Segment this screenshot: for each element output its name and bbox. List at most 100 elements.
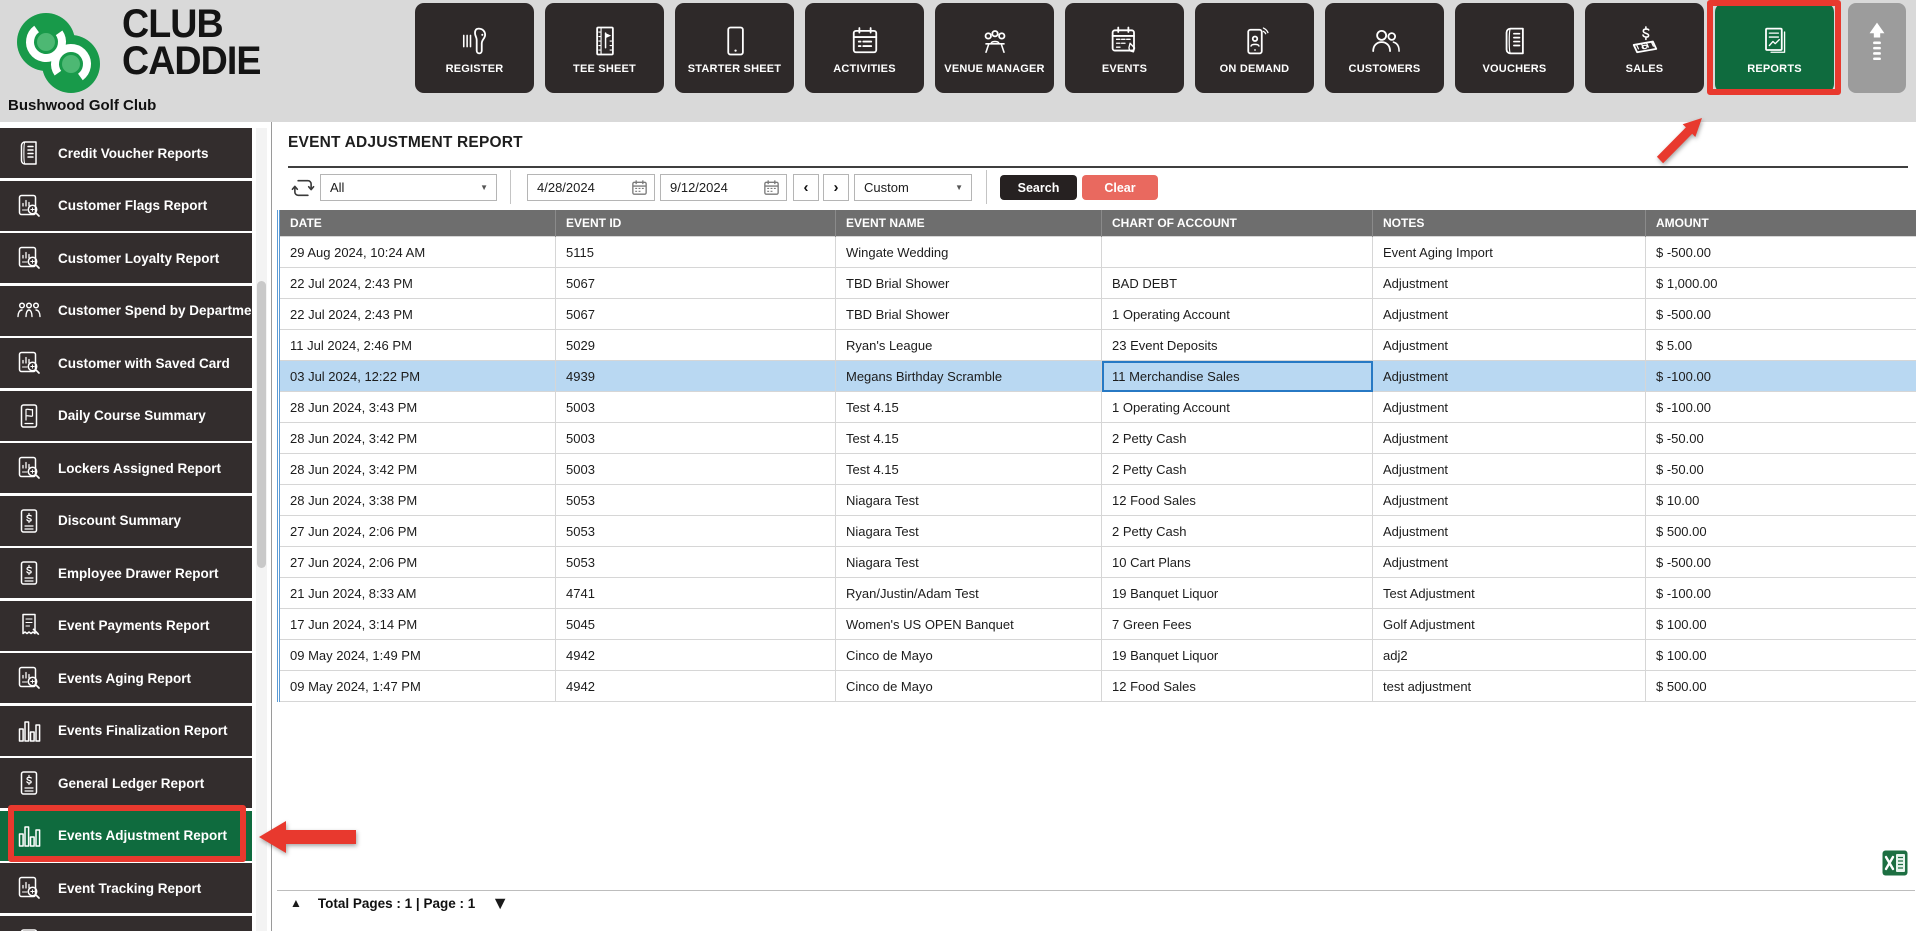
sidebar-item-daily-course-summary[interactable]: Daily Course Summary: [0, 390, 252, 441]
nav-button-activities[interactable]: ACTIVITIES: [805, 3, 924, 93]
sidebar-item-general-ledger-report[interactable]: General Ledger Report: [0, 758, 252, 808]
sidebar-item-events-finalization-report[interactable]: Events Finalization Report: [0, 705, 252, 756]
cell-event-id[interactable]: 5003: [555, 453, 836, 485]
cell-event-id[interactable]: 5053: [555, 546, 836, 578]
cell-amount[interactable]: $ 10.00: [1645, 484, 1916, 516]
cell-amount[interactable]: $ -50.00: [1645, 453, 1916, 485]
table-row[interactable]: 28 Jun 2024, 3:38 PM 5053 Niagara Test 12 F…: [278, 484, 1916, 516]
cell-date[interactable]: 27 Jun 2024, 2:06 PM: [278, 546, 556, 578]
cell-amount[interactable]: $ -100.00: [1645, 360, 1916, 392]
cell-event-id[interactable]: 5067: [555, 298, 836, 330]
date-to-input[interactable]: 9/12/2024: [660, 174, 787, 201]
clear-button[interactable]: Clear: [1082, 175, 1158, 200]
nav-button-on-demand[interactable]: ON DEMAND: [1195, 3, 1314, 93]
cell-event-name[interactable]: Megans Birthday Scramble: [835, 360, 1102, 392]
cell-chart-of-account[interactable]: 19 Banquet Liquor: [1101, 639, 1373, 671]
cell-chart-of-account[interactable]: [1101, 236, 1373, 268]
cell-date[interactable]: 22 Jul 2024, 2:43 PM: [278, 298, 556, 330]
cell-amount[interactable]: $ -500.00: [1645, 236, 1916, 268]
nav-button-sales[interactable]: SALES: [1585, 3, 1704, 93]
sidebar-item-events-aging-report[interactable]: Events Aging Report: [0, 653, 252, 703]
cell-notes[interactable]: Adjustment: [1372, 298, 1646, 330]
cell-event-id[interactable]: 4939: [555, 360, 836, 392]
cell-event-name[interactable]: Niagara Test: [835, 484, 1102, 516]
cell-date[interactable]: 11 Jul 2024, 2:46 PM: [278, 329, 556, 361]
cell-event-name[interactable]: TBD Brial Shower: [835, 267, 1102, 299]
cell-event-id[interactable]: 5115: [555, 236, 836, 268]
cell-amount[interactable]: $ 100.00: [1645, 639, 1916, 671]
cell-date[interactable]: 28 Jun 2024, 3:42 PM: [278, 422, 556, 454]
cell-notes[interactable]: adj2: [1372, 639, 1646, 671]
sidebar-item-employee-drawer-report[interactable]: Employee Drawer Report: [0, 548, 252, 598]
sidebar-item-customer-with-saved-card[interactable]: Customer with Saved Card: [0, 338, 252, 388]
table-row[interactable]: 17 Jun 2024, 3:14 PM 5045 Women's US OPEN …: [278, 608, 1916, 640]
table-row[interactable]: 22 Jul 2024, 2:43 PM 5067 TBD Brial Shower…: [278, 267, 1916, 299]
cell-date[interactable]: 21 Jun 2024, 8:33 AM: [278, 577, 556, 609]
category-select[interactable]: All ▼: [320, 174, 497, 201]
cell-chart-of-account[interactable]: 12 Food Sales: [1101, 484, 1373, 516]
export-excel-button[interactable]: [1882, 850, 1908, 876]
cell-event-id[interactable]: 5003: [555, 391, 836, 423]
table-row[interactable]: 27 Jun 2024, 2:06 PM 5053 Niagara Test 2 Pe…: [278, 515, 1916, 547]
cell-event-name[interactable]: Niagara Test: [835, 515, 1102, 547]
cell-notes[interactable]: Test Adjustment: [1372, 577, 1646, 609]
cell-date[interactable]: 27 Jun 2024, 2:06 PM: [278, 515, 556, 547]
column-header-event-id[interactable]: EVENT ID: [555, 210, 836, 237]
page-down-icon[interactable]: ▼: [491, 894, 509, 912]
cell-date[interactable]: 28 Jun 2024, 3:42 PM: [278, 453, 556, 485]
cell-chart-of-account[interactable]: 10 Cart Plans: [1101, 546, 1373, 578]
cell-event-id[interactable]: 5029: [555, 329, 836, 361]
scroll-top-button[interactable]: [1848, 3, 1906, 93]
column-header-chart-of-account[interactable]: CHART OF ACCOUNT: [1101, 210, 1373, 237]
cell-chart-of-account[interactable]: 2 Petty Cash: [1101, 422, 1373, 454]
table-row[interactable]: 27 Jun 2024, 2:06 PM 5053 Niagara Test 10 C…: [278, 546, 1916, 578]
cell-event-name[interactable]: Ryan's League: [835, 329, 1102, 361]
sidebar-item-customer-loyalty-report[interactable]: Customer Loyalty Report: [0, 233, 252, 283]
cell-chart-of-account[interactable]: BAD DEBT: [1101, 267, 1373, 299]
page-up-icon[interactable]: ▲: [290, 897, 302, 909]
nav-button-vouchers[interactable]: VOUCHERS: [1455, 3, 1574, 93]
cell-amount[interactable]: $ 100.00: [1645, 608, 1916, 640]
cell-date[interactable]: 28 Jun 2024, 3:43 PM: [278, 391, 556, 423]
sidebar-item-events-adjustment-report[interactable]: Events Adjustment Report: [0, 810, 252, 861]
cell-event-id[interactable]: 5067: [555, 267, 836, 299]
cell-event-name[interactable]: Cinco de Mayo: [835, 670, 1102, 702]
range-select[interactable]: Custom ▼: [854, 174, 972, 201]
cell-notes[interactable]: test adjustment: [1372, 670, 1646, 702]
cell-date[interactable]: 17 Jun 2024, 3:14 PM: [278, 608, 556, 640]
cell-amount[interactable]: $ -100.00: [1645, 577, 1916, 609]
cell-chart-of-account[interactable]: 19 Banquet Liquor: [1101, 577, 1373, 609]
scrollbar-thumb[interactable]: [257, 281, 266, 568]
nav-button-register[interactable]: REGISTER: [415, 3, 534, 93]
search-button[interactable]: Search: [1000, 175, 1077, 200]
cell-event-name[interactable]: Niagara Test: [835, 546, 1102, 578]
cell-notes[interactable]: Adjustment: [1372, 391, 1646, 423]
cell-chart-of-account[interactable]: 1 Operating Account: [1101, 391, 1373, 423]
cell-event-name[interactable]: Women's US OPEN Banquet: [835, 608, 1102, 640]
column-header-amount[interactable]: AMOUNT: [1645, 210, 1916, 237]
cell-amount[interactable]: $ -500.00: [1645, 546, 1916, 578]
cell-notes[interactable]: Adjustment: [1372, 453, 1646, 485]
nav-button-tee-sheet[interactable]: TEE SHEET: [545, 3, 664, 93]
cell-date[interactable]: 09 May 2024, 1:47 PM: [278, 670, 556, 702]
cell-date[interactable]: 09 May 2024, 1:49 PM: [278, 639, 556, 671]
sidebar-item-event-payments-report[interactable]: Event Payments Report: [0, 600, 252, 651]
cell-amount[interactable]: $ 500.00: [1645, 670, 1916, 702]
cell-chart-of-account[interactable]: 7 Green Fees: [1101, 608, 1373, 640]
sidebar-item-credit-voucher-reports[interactable]: Credit Voucher Reports: [0, 128, 252, 178]
cell-chart-of-account[interactable]: 2 Petty Cash: [1101, 453, 1373, 485]
cell-notes[interactable]: Adjustment: [1372, 360, 1646, 392]
nav-button-events[interactable]: EVENTS: [1065, 3, 1184, 93]
cell-notes[interactable]: Adjustment: [1372, 422, 1646, 454]
cell-date[interactable]: 28 Jun 2024, 3:38 PM: [278, 484, 556, 516]
cell-event-id[interactable]: 4942: [555, 670, 836, 702]
cell-chart-of-account[interactable]: 12 Food Sales: [1101, 670, 1373, 702]
column-header-event-name[interactable]: EVENT NAME: [835, 210, 1102, 237]
cell-event-id[interactable]: 4942: [555, 639, 836, 671]
cell-event-name[interactable]: Test 4.15: [835, 391, 1102, 423]
cell-chart-of-account[interactable]: 23 Event Deposits: [1101, 329, 1373, 361]
nav-button-customers[interactable]: CUSTOMERS: [1325, 3, 1444, 93]
cell-event-id[interactable]: 5053: [555, 515, 836, 547]
column-header-date[interactable]: DATE: [278, 210, 556, 237]
cell-amount[interactable]: $ 5.00: [1645, 329, 1916, 361]
